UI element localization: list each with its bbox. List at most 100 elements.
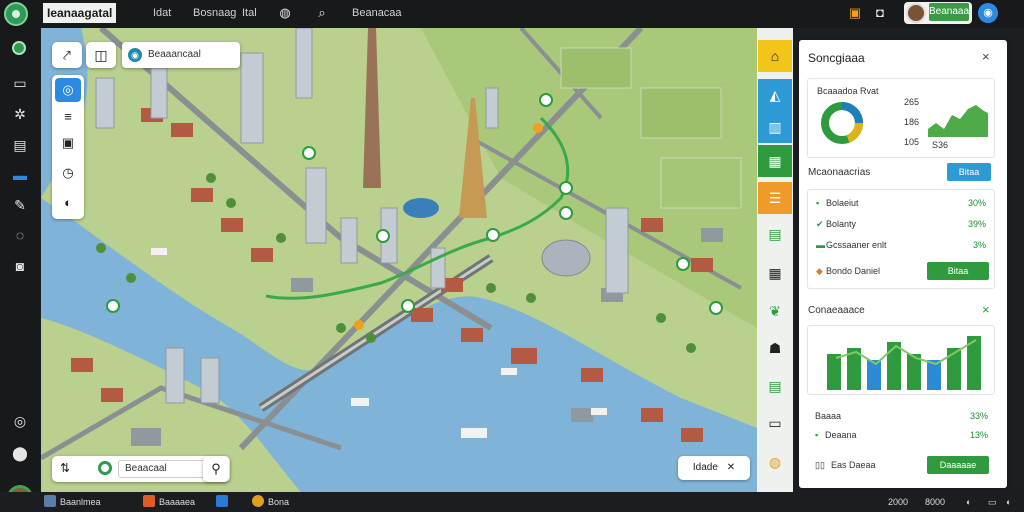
bar-4	[887, 342, 901, 390]
document-icon[interactable]: ▤	[758, 370, 792, 402]
metric-1: 265	[904, 97, 920, 107]
task-icon-3	[216, 495, 228, 507]
share-icon-button[interactable]: ⚲	[203, 456, 229, 482]
navigate-icon[interactable]: ◎	[55, 78, 81, 102]
network-icon[interactable]: ▭	[988, 494, 997, 510]
task-icon-1	[44, 495, 56, 507]
map-search[interactable]: ◉ Beaaancaal	[122, 42, 240, 68]
list-label-4: Bondo Daniel	[826, 266, 881, 276]
expand-icon: ✕	[726, 462, 736, 473]
toggle-icon[interactable]: ◐	[966, 494, 971, 510]
map-search-input[interactable]: Beaaancaal	[148, 49, 201, 60]
task-label-1: Baanlmea	[60, 497, 101, 507]
task-item-2[interactable]: Baaaaea	[143, 494, 195, 510]
home-icon[interactable]: ⌂	[758, 40, 792, 72]
table-icon[interactable]: ▦	[758, 257, 792, 289]
select-tool-button[interactable]: ◫	[86, 42, 116, 68]
menu-item-2[interactable]: Bosnaag	[193, 7, 236, 19]
app-logo[interactable]	[4, 2, 28, 26]
menu-item-3[interactable]: Ital	[242, 7, 257, 19]
edit-icon[interactable]: ✎	[10, 195, 30, 215]
area-axis-label: S36	[932, 140, 949, 150]
task-item-3[interactable]	[216, 494, 232, 510]
stat-icon-2: ▪	[815, 430, 819, 440]
briefcase-icon[interactable]: ▣	[847, 5, 863, 21]
map-toolstack: ◎ ≡ ▣ ◷ ◐	[52, 75, 84, 219]
right-panel: Soncgiaaa × Bcaaadoa Rvat 265 186 105 S3…	[799, 40, 1007, 488]
sound-icon[interactable]: ◐	[1006, 494, 1011, 510]
pin-icon[interactable]: ⬤	[10, 443, 30, 463]
route-tool-button[interactable]: ⤤	[52, 42, 82, 68]
menu-icon[interactable]: ≡	[58, 107, 78, 127]
people-icon[interactable]: ☗	[758, 332, 792, 364]
book-icon[interactable]: ▤	[10, 135, 30, 155]
avatar	[906, 3, 926, 23]
stat-icon-3: ▯▯	[815, 460, 825, 470]
notification-icon[interactable]: ◘	[872, 5, 888, 21]
donut-chart	[821, 102, 864, 144]
compass-icon[interactable]: ◍	[277, 5, 293, 21]
user-chip[interactable]: Beanaaa	[904, 2, 972, 24]
layers-icon[interactable]: ▬	[10, 165, 30, 185]
section-label: Mcaonaacrias	[808, 167, 871, 178]
task-item-4[interactable]: Bona	[252, 494, 289, 510]
task-icon-2	[143, 495, 155, 507]
chart-icon[interactable]: ◭	[758, 79, 792, 111]
close-icon[interactable]: ×	[982, 49, 990, 64]
layers-icon[interactable]: ☰	[758, 182, 792, 214]
map-footer-chip[interactable]: Idade ✕	[678, 456, 750, 480]
report-icon[interactable]: ▭	[758, 407, 792, 439]
menu-item-1[interactable]: Idat	[153, 7, 171, 19]
chart-close-icon[interactable]: ×	[982, 302, 990, 317]
left-rail: ▭ ✲ ▤ ▬ ✎ ◌ ◙ ◎ ⬤	[0, 28, 40, 511]
chat-icon[interactable]: ◌	[10, 225, 30, 245]
stat-label-3: Eas Daeaa	[831, 460, 876, 470]
map-canvas[interactable]	[41, 28, 757, 492]
logo-mark	[12, 10, 20, 18]
document-icon[interactable]: ▭	[10, 73, 30, 93]
top-bar: Ieanaagatal Idat Bosnaag Ital ◍ ⌕ Beanac…	[0, 0, 1024, 28]
list-icon-1: ▪	[816, 198, 820, 208]
area-chart	[928, 105, 988, 137]
list-icon[interactable]: ▤	[758, 218, 792, 250]
directions-icon[interactable]: ⇅	[60, 461, 70, 475]
calendar-icon[interactable]: ▣	[58, 133, 78, 153]
search-icon[interactable]: ⌕	[314, 5, 330, 21]
stat-value-1: 33%	[970, 411, 989, 421]
bar-chart	[827, 336, 981, 390]
stat-label-2: Deaana	[825, 430, 857, 440]
bar-6	[927, 360, 941, 390]
compass-icon[interactable]: ◐	[58, 193, 78, 213]
list-icon-4: ◆	[816, 266, 823, 276]
clock-icon[interactable]: ◷	[58, 163, 78, 183]
app-title: Ieanaagatal	[43, 3, 117, 23]
chart-title: Conaeaaace	[808, 305, 865, 316]
coin-icon[interactable]: ◍	[758, 446, 792, 478]
task-item-1[interactable]: Baanlmea	[44, 494, 101, 510]
city-map[interactable]	[41, 28, 757, 492]
eye-icon[interactable]: ◎	[10, 411, 30, 431]
list-button[interactable]: Bitaa	[927, 262, 989, 280]
location-ring-icon[interactable]	[98, 461, 112, 475]
section-button[interactable]: Bitaa	[947, 163, 991, 181]
list-icon-2: ✔	[816, 219, 824, 229]
message-icon[interactable]: ◙	[10, 256, 30, 276]
list-value-3: 3%	[973, 240, 987, 250]
top-search-label[interactable]: Beanacaa	[352, 7, 402, 19]
building-icon[interactable]: ▦	[758, 145, 792, 177]
list-value-2: 39%	[968, 219, 987, 229]
map-footer-label: Idade	[692, 462, 718, 473]
bar-chart-card	[807, 325, 995, 395]
help-icon[interactable]: ◉	[978, 3, 998, 23]
task-icon-4	[252, 495, 264, 507]
stats-button[interactable]: Daaaaae	[927, 456, 989, 474]
leaf-icon[interactable]: ❦	[758, 295, 792, 327]
taskbar-status-1: 8000	[925, 497, 946, 507]
bar-3	[867, 360, 881, 390]
task-label-2: Baaaaea	[159, 497, 196, 507]
status-dot-icon[interactable]	[12, 41, 26, 55]
search-icon: ◉	[128, 48, 142, 62]
settings-icon[interactable]: ✲	[10, 104, 30, 124]
list-label-3: Gcssaaner enlt	[826, 240, 887, 250]
grid-icon[interactable]: ▥	[758, 111, 792, 143]
